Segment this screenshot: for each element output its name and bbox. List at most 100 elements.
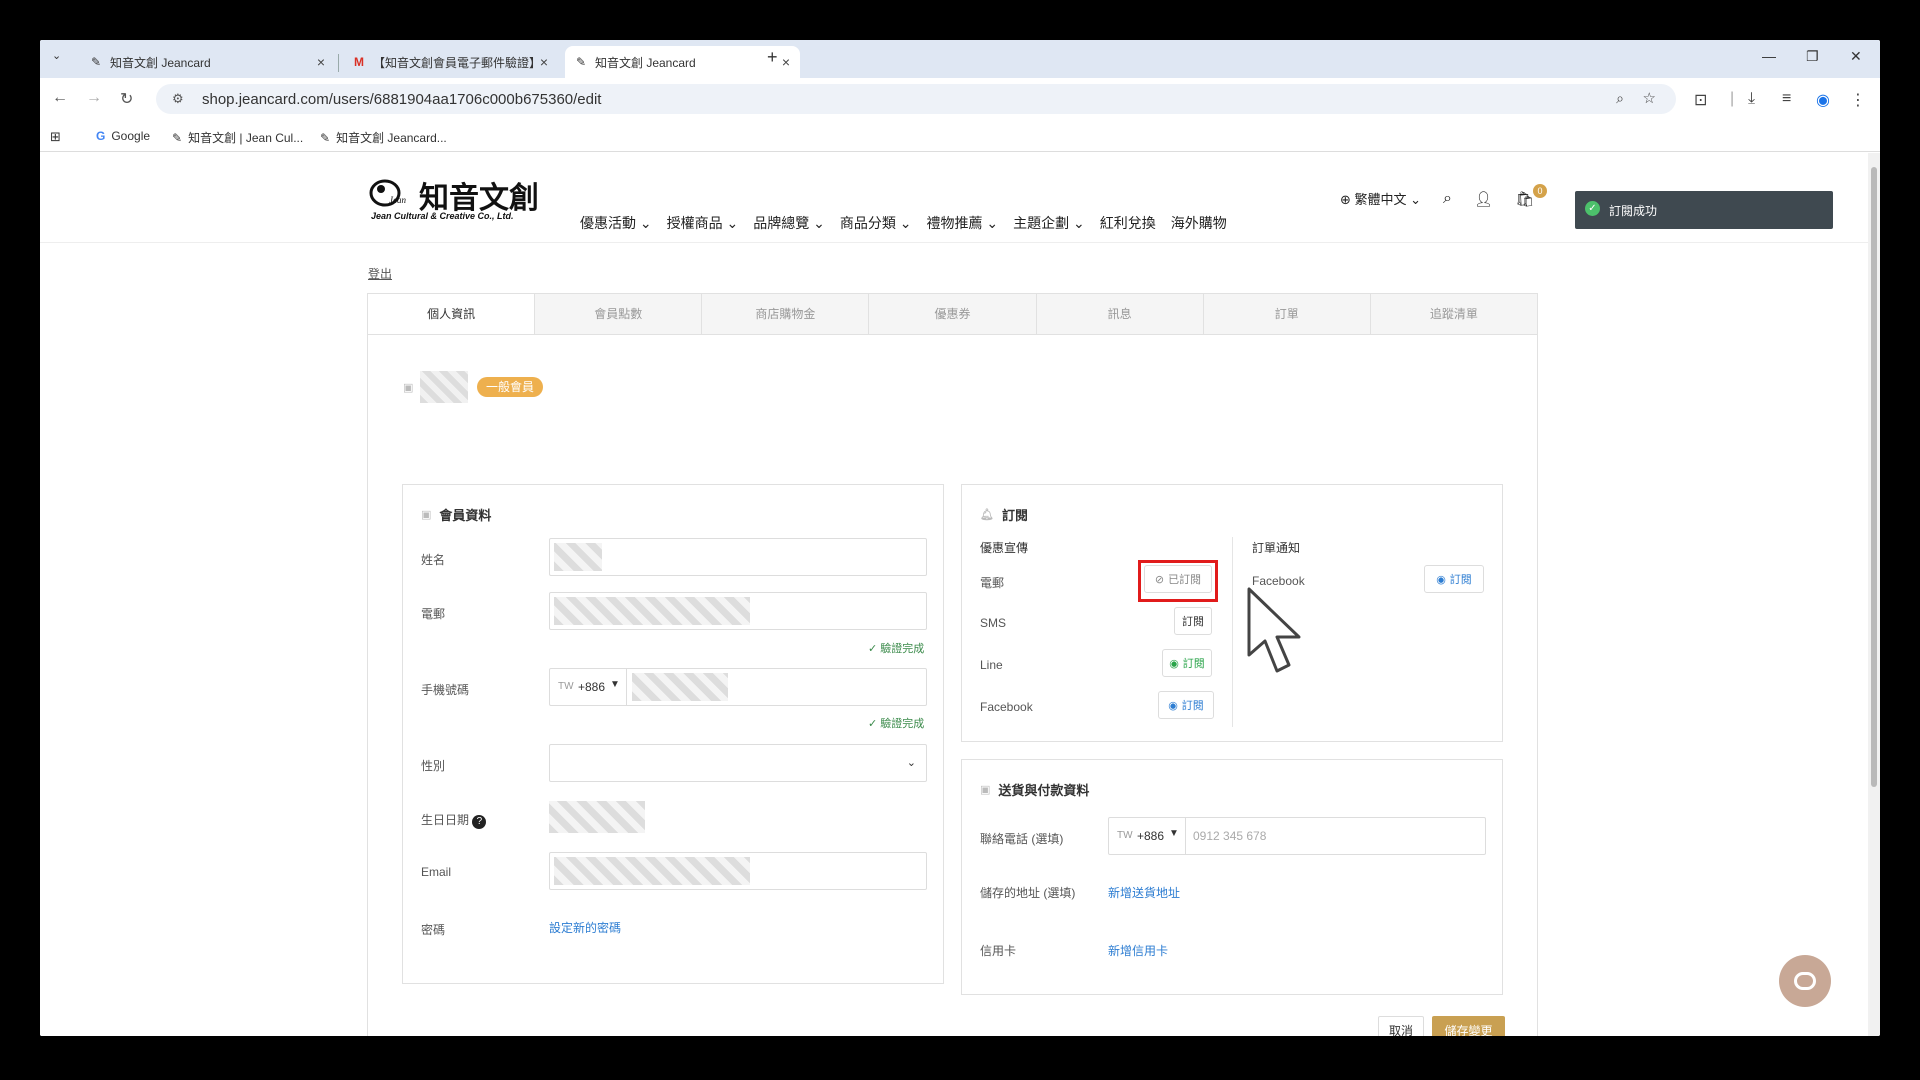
highlight-box <box>1138 560 1218 602</box>
nav-item[interactable]: 商品分類 ⌄ <box>840 213 912 233</box>
tab-orders[interactable]: 訂單 <box>1204 294 1371 334</box>
gender-label: 性別 <box>421 759 446 773</box>
lens-icon[interactable]: ⊡ <box>1694 90 1707 110</box>
site-logo[interactable]: Jean 知音文創 Jean Cultural & Creative Co., … <box>367 173 547 225</box>
tab-coupons[interactable]: 優惠券 <box>869 294 1037 334</box>
sms-subscribe-button[interactable]: 訂閱 <box>1174 607 1212 635</box>
nav-item[interactable]: 主題企劃 ⌄ <box>1013 213 1085 233</box>
site-header: Jean 知音文創 Jean Cultural & Creative Co., … <box>40 153 1868 243</box>
member-info-title: ▣ 會員資料 <box>421 505 491 524</box>
tab-profile[interactable]: 個人資訊 <box>368 294 536 334</box>
birthday-text: 生日日期 <box>421 813 470 827</box>
country-code: TW <box>1117 830 1133 841</box>
restore-icon[interactable]: ❐ <box>1806 48 1819 65</box>
bookmark-item[interactable]: ✎ 知音文創 Jeancard... <box>320 129 447 146</box>
tab-strip: ⌄ ✎ 知音文創 Jeancard × M 【知音文創會員電子郵件驗證】 × ✎… <box>40 40 1880 78</box>
language-selector[interactable]: ⊕ 繁體中文 ⌄ <box>1340 189 1421 208</box>
add-address-link[interactable]: 新增送貨地址 <box>1108 884 1180 901</box>
tab-points[interactable]: 會員點數 <box>535 294 703 334</box>
phone-input[interactable]: TW +886 ▼ <box>549 668 927 706</box>
address-label: 儲存的地址 (選填) <box>980 886 1076 900</box>
toast-message: 訂閱成功 <box>1609 203 1658 218</box>
add-credit-card-link[interactable]: 新增信用卡 <box>1108 942 1168 959</box>
help-icon[interactable]: ? <box>472 815 487 829</box>
media-icon[interactable]: ≡ <box>1782 90 1791 108</box>
gmail-icon: M <box>354 55 364 69</box>
success-toast: ✓ 訂閱成功 <box>1575 191 1833 229</box>
forward-icon[interactable]: → <box>86 89 102 107</box>
profile-icon[interactable]: ◉ <box>1816 90 1830 110</box>
scrollbar-thumb[interactable] <box>1871 167 1877 787</box>
svg-text:Jean: Jean <box>389 195 406 205</box>
site-info-icon[interactable]: ⚙ <box>172 91 184 107</box>
browser-window: ⌄ ✎ 知音文創 Jeancard × M 【知音文創會員電子郵件驗證】 × ✎… <box>40 40 1880 1036</box>
order-facebook-subscribe-button[interactable]: ◉ 訂閱 <box>1424 565 1484 593</box>
reload-icon[interactable]: ↻ <box>120 89 133 109</box>
tab-wishlist[interactable]: 追蹤清單 <box>1371 294 1537 334</box>
chat-button[interactable] <box>1779 955 1831 1007</box>
zoom-icon[interactable]: ⌕ <box>1616 90 1624 107</box>
save-button[interactable]: 儲存變更 <box>1432 1016 1505 1036</box>
close-tab-icon[interactable]: × <box>317 54 325 70</box>
browser-tab[interactable]: M 【知音文創會員電子郵件驗證】 × <box>343 46 558 78</box>
line-subscribe-button[interactable]: ◉ 訂閱 <box>1162 649 1212 677</box>
bookmark-star-icon[interactable]: ☆ <box>1643 89 1656 107</box>
delivery-card: ▣ 送貨與付款資料 聯絡電話 (選填) TW +886 ▼ 0912 345 67… <box>961 759 1503 995</box>
line-icon: ◉ <box>1169 657 1179 670</box>
password-label: 密碼 <box>421 923 446 937</box>
minimize-icon[interactable]: — <box>1762 48 1776 64</box>
email-input[interactable] <box>549 592 927 630</box>
tab-title: 【知音文創會員電子郵件驗證】 <box>373 55 542 70</box>
delivery-phone-label: 聯絡電話 (選填) <box>980 832 1064 846</box>
menu-icon[interactable]: ⋮ <box>1850 90 1866 110</box>
tab-messages[interactable]: 訊息 <box>1037 294 1204 334</box>
nav-item[interactable]: 紅利兌換 <box>1100 213 1156 233</box>
gender-select[interactable]: ⌄ <box>549 744 927 782</box>
email2-input[interactable] <box>549 852 927 890</box>
cancel-button[interactable]: 取消 <box>1378 1016 1424 1036</box>
bookmark-label: Google <box>111 129 151 143</box>
back-icon[interactable]: ← <box>52 89 68 107</box>
nav-item[interactable]: 海外購物 <box>1171 213 1227 233</box>
user-icon[interactable]: 👤︎ <box>1474 190 1493 208</box>
address-bar[interactable]: ⚙ shop.jeancard.com/users/6881904aa1706c… <box>156 84 1676 114</box>
nav-item[interactable]: 禮物推薦 ⌄ <box>927 213 999 233</box>
download-icon[interactable]: ⤓ <box>1748 90 1755 108</box>
id-card-icon: ▣ <box>421 509 432 521</box>
delivery-phone-input[interactable]: TW +886 ▼ 0912 345 678 <box>1108 817 1486 855</box>
cart-icon[interactable]: 🛍︎ 0 <box>1515 183 1548 208</box>
tab-store-credit[interactable]: 商店購物金 <box>702 294 870 334</box>
logout-link[interactable]: 登出 <box>368 265 392 282</box>
toolbar-divider: | <box>1730 90 1735 107</box>
verified-text: 驗證完成 <box>880 643 925 655</box>
search-icon[interactable]: ⌕ <box>1443 190 1452 208</box>
name-input[interactable] <box>549 538 927 576</box>
bookmark-item[interactable]: G Google <box>96 129 150 143</box>
nav-item[interactable]: 優惠活動 ⌄ <box>580 213 652 233</box>
set-password-link[interactable]: 設定新的密碼 <box>549 919 621 936</box>
facebook-subscribe-button[interactable]: ◉ 訂閱 <box>1158 691 1214 719</box>
logo-mark-icon: Jean <box>369 179 406 207</box>
close-tab-icon[interactable]: × <box>782 54 790 70</box>
page-scrollbar[interactable] <box>1868 153 1880 1036</box>
button-label: 訂閱 <box>1181 700 1204 712</box>
close-tab-icon[interactable]: × <box>540 54 548 70</box>
sub-facebook-label: Facebook <box>980 700 1033 714</box>
caret-down-icon[interactable]: ▼ <box>1169 828 1179 839</box>
new-tab-button[interactable]: + <box>767 47 778 68</box>
blurred-value <box>554 543 602 571</box>
browser-tab-active[interactable]: ✎ 知音文創 Jeancard × <box>565 46 800 78</box>
caret-down-icon[interactable]: ▼ <box>610 679 620 690</box>
check-circle-icon: ✓ <box>1585 201 1600 216</box>
nav-item[interactable]: 品牌總覽 ⌄ <box>753 213 825 233</box>
tab-search-icon[interactable]: ⌄ <box>52 49 61 62</box>
nav-item[interactable]: 授權商品 ⌄ <box>667 213 739 233</box>
apps-icon[interactable]: ⊞ <box>50 129 61 145</box>
utility-nav: ⊕ 繁體中文 ⌄ ⌕ 👤︎ 🛍︎ 0 <box>1340 183 1548 208</box>
logo-subtitle: Jean Cultural & Creative Co., Ltd. <box>371 211 514 221</box>
browser-tab[interactable]: ✎ 知音文創 Jeancard × <box>80 46 335 78</box>
window-close-icon[interactable]: ✕ <box>1850 48 1862 65</box>
member-name-blurred <box>420 371 468 403</box>
email-verified-status: ✓ 驗證完成 <box>868 643 925 655</box>
bookmark-item[interactable]: ✎ 知音文創 | Jean Cul... <box>172 129 303 146</box>
